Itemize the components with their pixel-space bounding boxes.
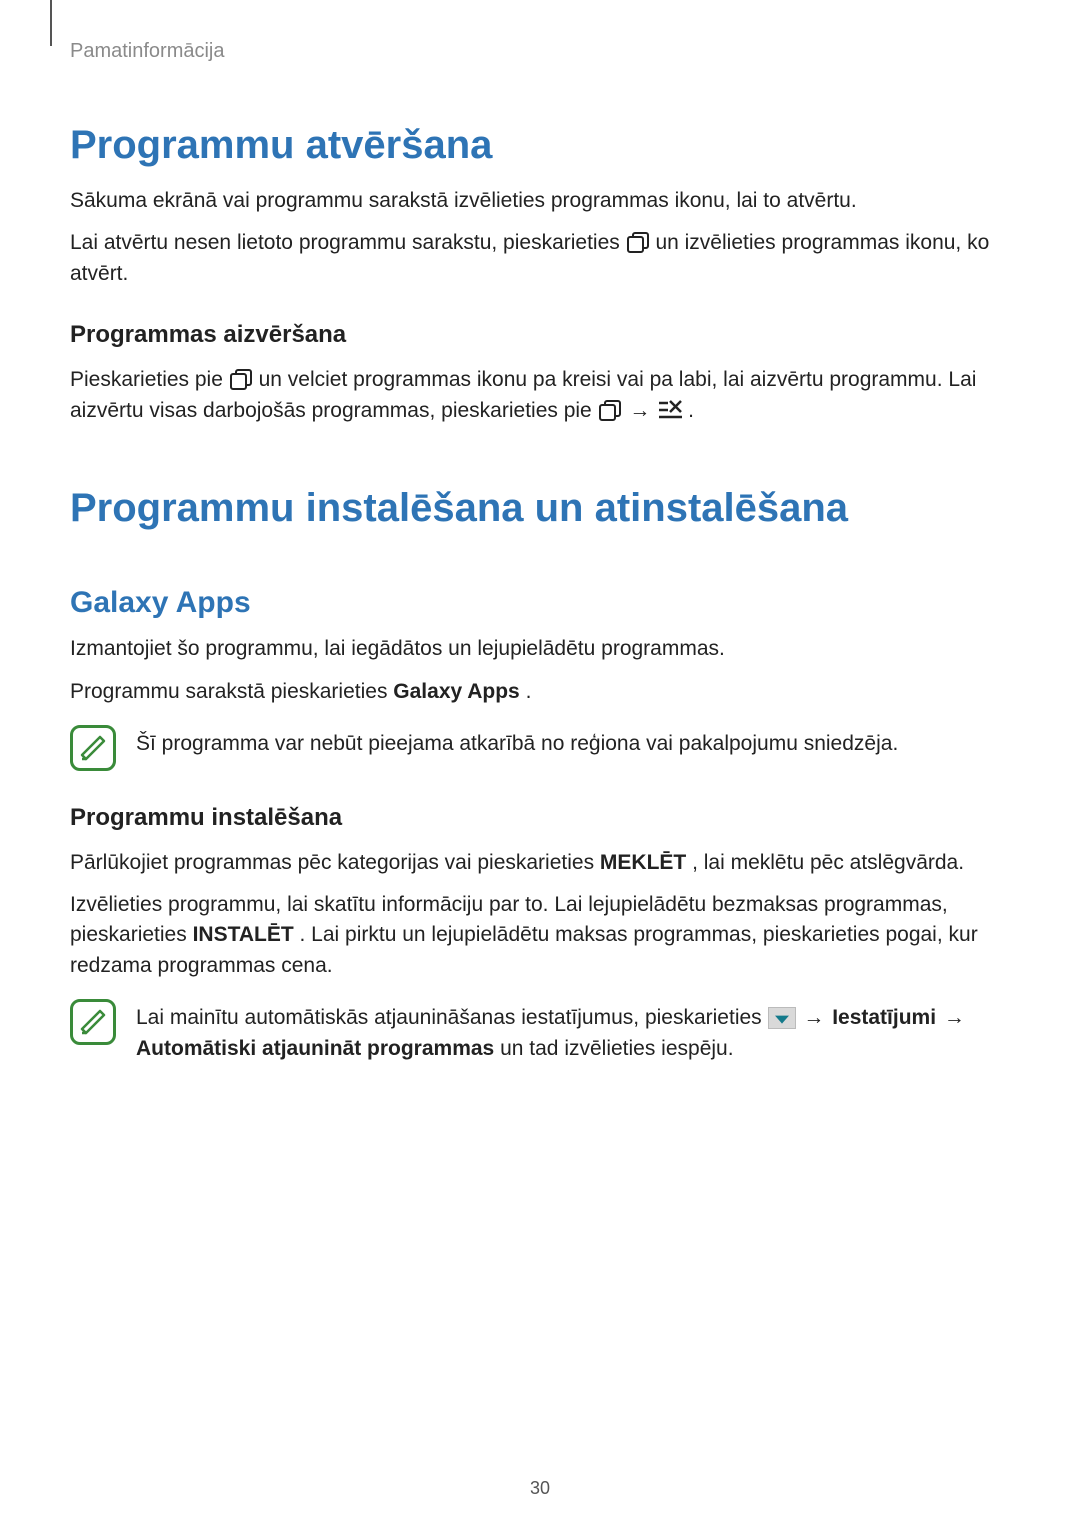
dropdown-icon (768, 1007, 796, 1029)
heading-programmas-aizversana: Programmas aizvēršana (70, 321, 1010, 349)
note-block: Lai mainītu automātiskās atjaunināšanas … (70, 997, 1010, 1076)
paragraph: Lai atvērtu nesen lietoto programmu sara… (70, 228, 1010, 289)
recent-apps-icon (626, 232, 650, 253)
recent-apps-icon (229, 369, 253, 390)
paragraph: Izvēlieties programmu, lai skatītu infor… (70, 890, 1010, 981)
paragraph: Programmu sarakstā pieskarieties Galaxy … (70, 677, 1010, 707)
recent-apps-icon (598, 400, 622, 421)
arrow-icon: → (627, 399, 658, 422)
text-segment: . (688, 399, 694, 422)
paragraph: Sākuma ekrānā vai programmu sarakstā izv… (70, 186, 1010, 216)
paragraph: Izmantojiet šo programmu, lai iegādātos … (70, 634, 1010, 664)
text-segment: Programmu sarakstā pieskarieties (70, 680, 393, 703)
heading-programmu-instalesana-atinstalesana: Programmu instalēšana un atinstalēšana (70, 486, 1010, 531)
paragraph: Šī programma var nebūt pieejama atkarībā… (136, 729, 1010, 759)
note-icon (70, 999, 116, 1045)
bold-text: Iestatījumi (832, 1006, 936, 1029)
page-header: Pamatinformācija (70, 40, 1010, 63)
text-segment: Pārlūkojiet programmas pēc kategorijas v… (70, 851, 600, 874)
paragraph: Lai mainītu automātiskās atjaunināšanas … (136, 1003, 1010, 1064)
bold-text: MEKLĒT (600, 851, 686, 874)
arrow-icon: → (942, 1006, 967, 1029)
text-segment: . (526, 680, 532, 703)
heading-galaxy-apps: Galaxy Apps (70, 586, 1010, 620)
heading-programmu-instalesana: Programmu instalēšana (70, 804, 1010, 832)
text-segment: Lai mainītu automātiskās atjaunināšanas … (136, 1006, 768, 1029)
paragraph: Pieskarieties pie un velciet programmas … (70, 365, 1010, 426)
text-segment: , lai meklētu pēc atslēgvārda. (692, 851, 964, 874)
page-number: 30 (0, 1478, 1080, 1499)
margin-line (50, 0, 52, 46)
bold-text: Automātiski atjaunināt programmas (136, 1037, 494, 1060)
note-text: Šī programma var nebūt pieejama atkarībā… (136, 723, 1010, 771)
arrow-icon: → (801, 1006, 832, 1029)
text-segment: un tad izvēlieties iespēju. (500, 1037, 733, 1060)
bold-text: INSTALĒT (193, 923, 294, 946)
heading-programmu-atversana: Programmu atvēršana (70, 123, 1010, 168)
paragraph: Pārlūkojiet programmas pēc kategorijas v… (70, 848, 1010, 878)
close-all-icon (658, 400, 682, 421)
page: Pamatinformācija Programmu atvēršana Sāk… (0, 0, 1080, 1527)
note-icon (70, 725, 116, 771)
bold-text: Galaxy Apps (393, 680, 519, 703)
text-segment: Lai atvērtu nesen lietoto programmu sara… (70, 231, 626, 254)
note-block: Šī programma var nebūt pieejama atkarībā… (70, 723, 1010, 771)
note-text: Lai mainītu automātiskās atjaunināšanas … (136, 997, 1010, 1076)
text-segment: Pieskarieties pie (70, 368, 229, 391)
